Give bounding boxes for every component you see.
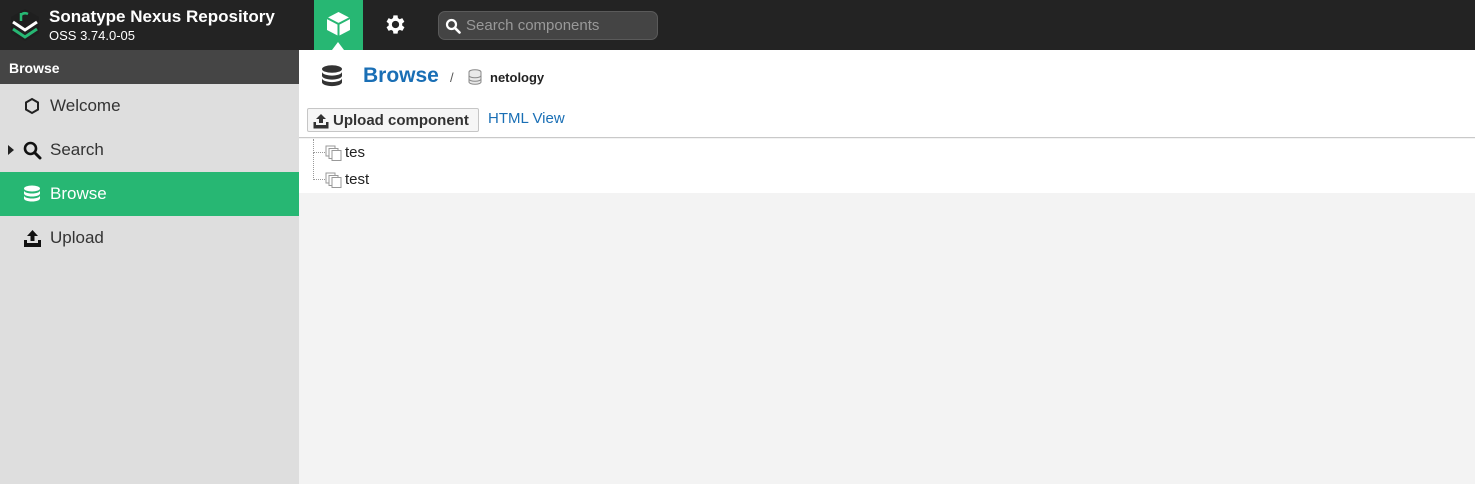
sidebar-item-browse[interactable]: Browse [0, 172, 299, 216]
upload-icon [24, 230, 41, 247]
database-icon [322, 65, 342, 87]
tree-node-label: test [345, 171, 370, 188]
search-icon [445, 18, 461, 34]
content-header: Browse / netology Upload component HTML … [299, 50, 1475, 138]
breadcrumb-repository: netology [490, 70, 545, 85]
sidebar-item-label: Browse [50, 184, 107, 203]
sidebar-item-upload[interactable]: Upload [0, 216, 299, 260]
upload-component-button[interactable]: Upload component [307, 108, 479, 132]
breadcrumb-browse-link[interactable]: Browse [363, 64, 439, 88]
folder-stack-icon [325, 145, 342, 161]
component-search [438, 11, 658, 40]
hexagon-icon [25, 97, 39, 115]
repository-icon [468, 69, 482, 85]
database-icon [24, 185, 40, 202]
search-input[interactable] [466, 16, 651, 35]
brand[interactable]: Sonatype Nexus Repository OSS 3.74.0-05 [0, 0, 299, 50]
gear-icon [386, 15, 405, 34]
tree-node[interactable]: test [313, 153, 613, 193]
sidebar-item-label: Search [50, 140, 104, 159]
search-icon [23, 141, 42, 160]
tree-elbow [313, 153, 325, 180]
folder-stack-icon [325, 172, 342, 188]
cube-icon [326, 12, 351, 36]
sidebar-title: Browse [0, 50, 299, 84]
upload-icon [313, 114, 329, 129]
tree-elbow [313, 139, 325, 153]
top-header: Sonatype Nexus Repository OSS 3.74.0-05 [0, 0, 1475, 50]
nexus-logo [11, 9, 39, 41]
sidebar-item-welcome[interactable]: Welcome [0, 84, 299, 128]
component-tree: tes test [299, 139, 1475, 193]
upload-component-label: Upload component [333, 111, 469, 129]
sidebar-item-label: Upload [50, 228, 104, 247]
administration-mode-button[interactable] [372, 0, 419, 50]
sidebar-item-search[interactable]: Search [0, 128, 299, 172]
breadcrumb-separator: / [450, 70, 454, 85]
app-version: OSS 3.74.0-05 [49, 28, 135, 43]
tree-node[interactable]: tes [313, 139, 613, 166]
sidebar: Browse Welcome Search Browse Upload [0, 50, 299, 484]
sidebar-item-label: Welcome [50, 96, 121, 115]
main-panel: Browse / netology Upload component HTML … [299, 50, 1475, 484]
html-view-link[interactable]: HTML View [488, 110, 565, 127]
tree-node-label: tes [345, 144, 366, 161]
app-title: Sonatype Nexus Repository [49, 7, 275, 26]
active-mode-caret [332, 42, 344, 50]
expand-arrow-icon[interactable] [8, 145, 14, 155]
